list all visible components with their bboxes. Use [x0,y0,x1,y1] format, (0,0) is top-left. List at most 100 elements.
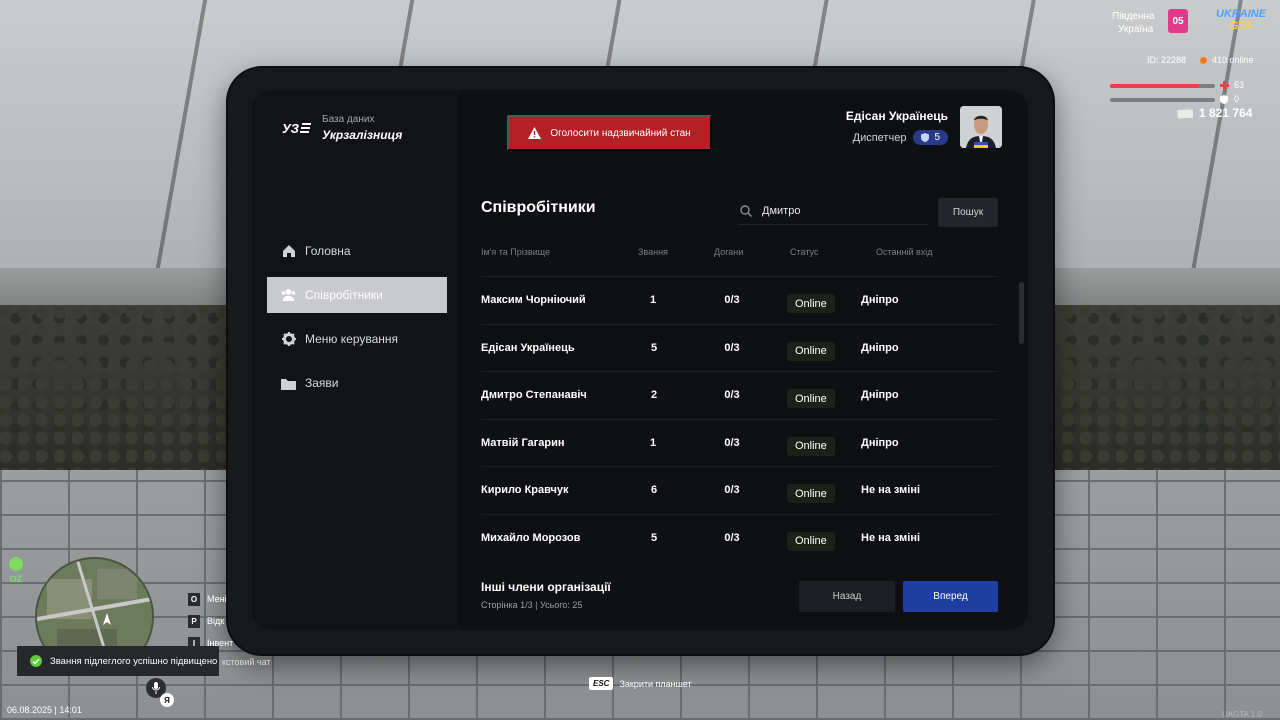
employee-warnings: 0/3 [724,294,740,306]
table-row[interactable]: Михайло Морозов 5 0/3 Online Не на зміні [481,513,998,562]
close-tablet-hint: ESC Закрити планшет [589,677,692,690]
pagination-info: Сторінка 1/3 | Усього: 25 [481,600,583,610]
employee-name: Дмитро Степанавіч [481,389,587,401]
table-row[interactable]: Матвій Гагарин 1 0/3 Online Дніпро [481,418,998,467]
hud-region-badge: 05 [1168,9,1188,33]
emergency-button-label: Оголосити надзвичайний стан [550,127,691,139]
check-icon [30,655,42,667]
employee-name: Кирило Кравчук [481,484,569,496]
shield-icon [921,133,930,142]
sidebar-item-label: Головна [305,244,351,258]
employee-last-login: Дніпро [861,294,899,306]
close-tablet-label: Закрити планшет [619,678,692,689]
table-scrollbar[interactable] [1019,282,1024,344]
warning-icon [528,127,542,139]
money-icon [1176,107,1193,119]
table-row[interactable]: Максим Чорніючий 1 0/3 Online Дніпро [481,276,998,324]
main-panel: Оголосити надзвичайний стан Едісан Украї… [458,90,1028,630]
next-button[interactable]: Вперед [903,581,998,612]
search-bar [738,198,928,225]
sidebar-item-employees[interactable]: Співробітники [267,277,447,313]
svg-text:УЗ: УЗ [282,121,300,136]
back-button[interactable]: Назад [799,581,895,612]
status-badge: Online [787,531,835,551]
employee-rank: 2 [650,389,658,401]
user-role: Диспетчер 5 [846,130,948,145]
home-icon [281,244,296,259]
brand-subtitle: База даних [322,114,375,125]
folder-icon [281,376,296,391]
employee-warnings: 0/3 [724,531,740,544]
column-header-last-login: Останній вхід [876,247,933,257]
employee-name: Матвій Гагарин [481,436,565,449]
health-bar-fill [1110,84,1200,88]
server-logo: UKRAINE GTA [1212,8,1270,40]
status-badge: Online [787,436,835,456]
other-members-title: Інші члени організації [481,580,611,594]
tablet: УЗ База даних Укрзалізниця Головна Співр… [228,68,1053,654]
server-logo-line1: UKRAINE [1215,8,1267,20]
sidebar-item-applications[interactable]: Заяви [267,365,447,401]
hud-region: Південна Україна [1112,10,1155,36]
player-id: ID: 22288 [1147,55,1187,65]
table-row[interactable]: Дмитро Степанавіч 2 0/3 Online Дніпро [481,371,998,419]
status-badge: Online [787,341,835,361]
money: 1 821 764 [1176,106,1252,120]
key-label: Відк [207,616,225,626]
search-button[interactable]: Пошук [938,198,998,227]
sidebar-item-label: Заяви [305,376,339,390]
sidebar-nav: Головна Співробітники Меню керування Зая… [267,233,447,409]
zone-label: GZ [9,574,23,584]
armor-icon [1220,95,1228,104]
key-cap: O [188,592,200,606]
esc-key: ESC [589,677,614,690]
gear-icon [281,332,296,347]
sidebar-item-label: Меню керування [305,332,399,346]
zone-icon [9,557,23,571]
search-icon [740,205,752,217]
employee-rank: 5 [650,531,658,544]
health-value: 63 [1234,80,1245,90]
employee-warnings: 0/3 [724,436,740,449]
users-icon [281,288,296,303]
sidebar-item-label: Співробітники [305,288,383,302]
employee-last-login: Дніпро [861,436,899,449]
key-label: Мені [207,594,227,604]
brand: УЗ База даних Укрзалізниця [282,114,402,142]
employee-last-login: Не на зміні [861,531,921,544]
sidebar-item-control-menu[interactable]: Меню керування [267,321,447,357]
key-hint: O Мені [188,588,233,610]
status-badge: Online [787,484,835,503]
status-badge: Online [787,294,835,313]
tablet-screen: УЗ База даних Укрзалізниця Головна Співр… [252,90,1028,630]
employee-rank: 5 [650,341,658,354]
column-header-warnings: Догани [714,247,744,257]
armor-bar [1110,98,1215,102]
sidebar: УЗ База даних Укрзалізниця Головна Співр… [252,90,458,630]
key-cap: P [188,614,200,628]
employee-rank: 1 [649,294,657,306]
search-input[interactable] [760,204,914,218]
table-row[interactable]: Едісан Українець 5 0/3 Online Дніпро [481,323,998,372]
online-count-text: 410 online [1212,55,1254,65]
health-bar [1110,84,1215,88]
employee-name: Максим Чорніючий [481,294,586,306]
employee-warnings: 0/3 [724,341,740,354]
table-row[interactable]: Кирило Кравчук 6 0/3 Online Не на зміні [481,466,998,514]
hud-region-line1: Південна [1112,11,1155,22]
employees-table: Максим Чорніючий 1 0/3 Online Дніпро Еді… [481,276,998,561]
employee-name: Михайло Морозов [481,531,581,544]
status-badge: Online [787,389,835,408]
emergency-button[interactable]: Оголосити надзвичайний стан [507,115,712,151]
employee-name: Едісан Українець [481,341,575,354]
hud-region-line2: Україна [1118,24,1154,35]
notification-toast: Звання підлеглого успішно підвищено [17,646,219,676]
health-icon [1220,81,1229,90]
employee-last-login: Дніпро [861,389,899,401]
employee-last-login: Не на зміні [861,484,921,496]
sidebar-item-home[interactable]: Головна [267,233,447,269]
language-indicator: Я [160,693,174,707]
column-header-status: Статус [790,247,819,257]
key-hints: O Мені P Відк I Інвент [188,588,233,654]
employee-warnings: 0/3 [724,389,740,401]
